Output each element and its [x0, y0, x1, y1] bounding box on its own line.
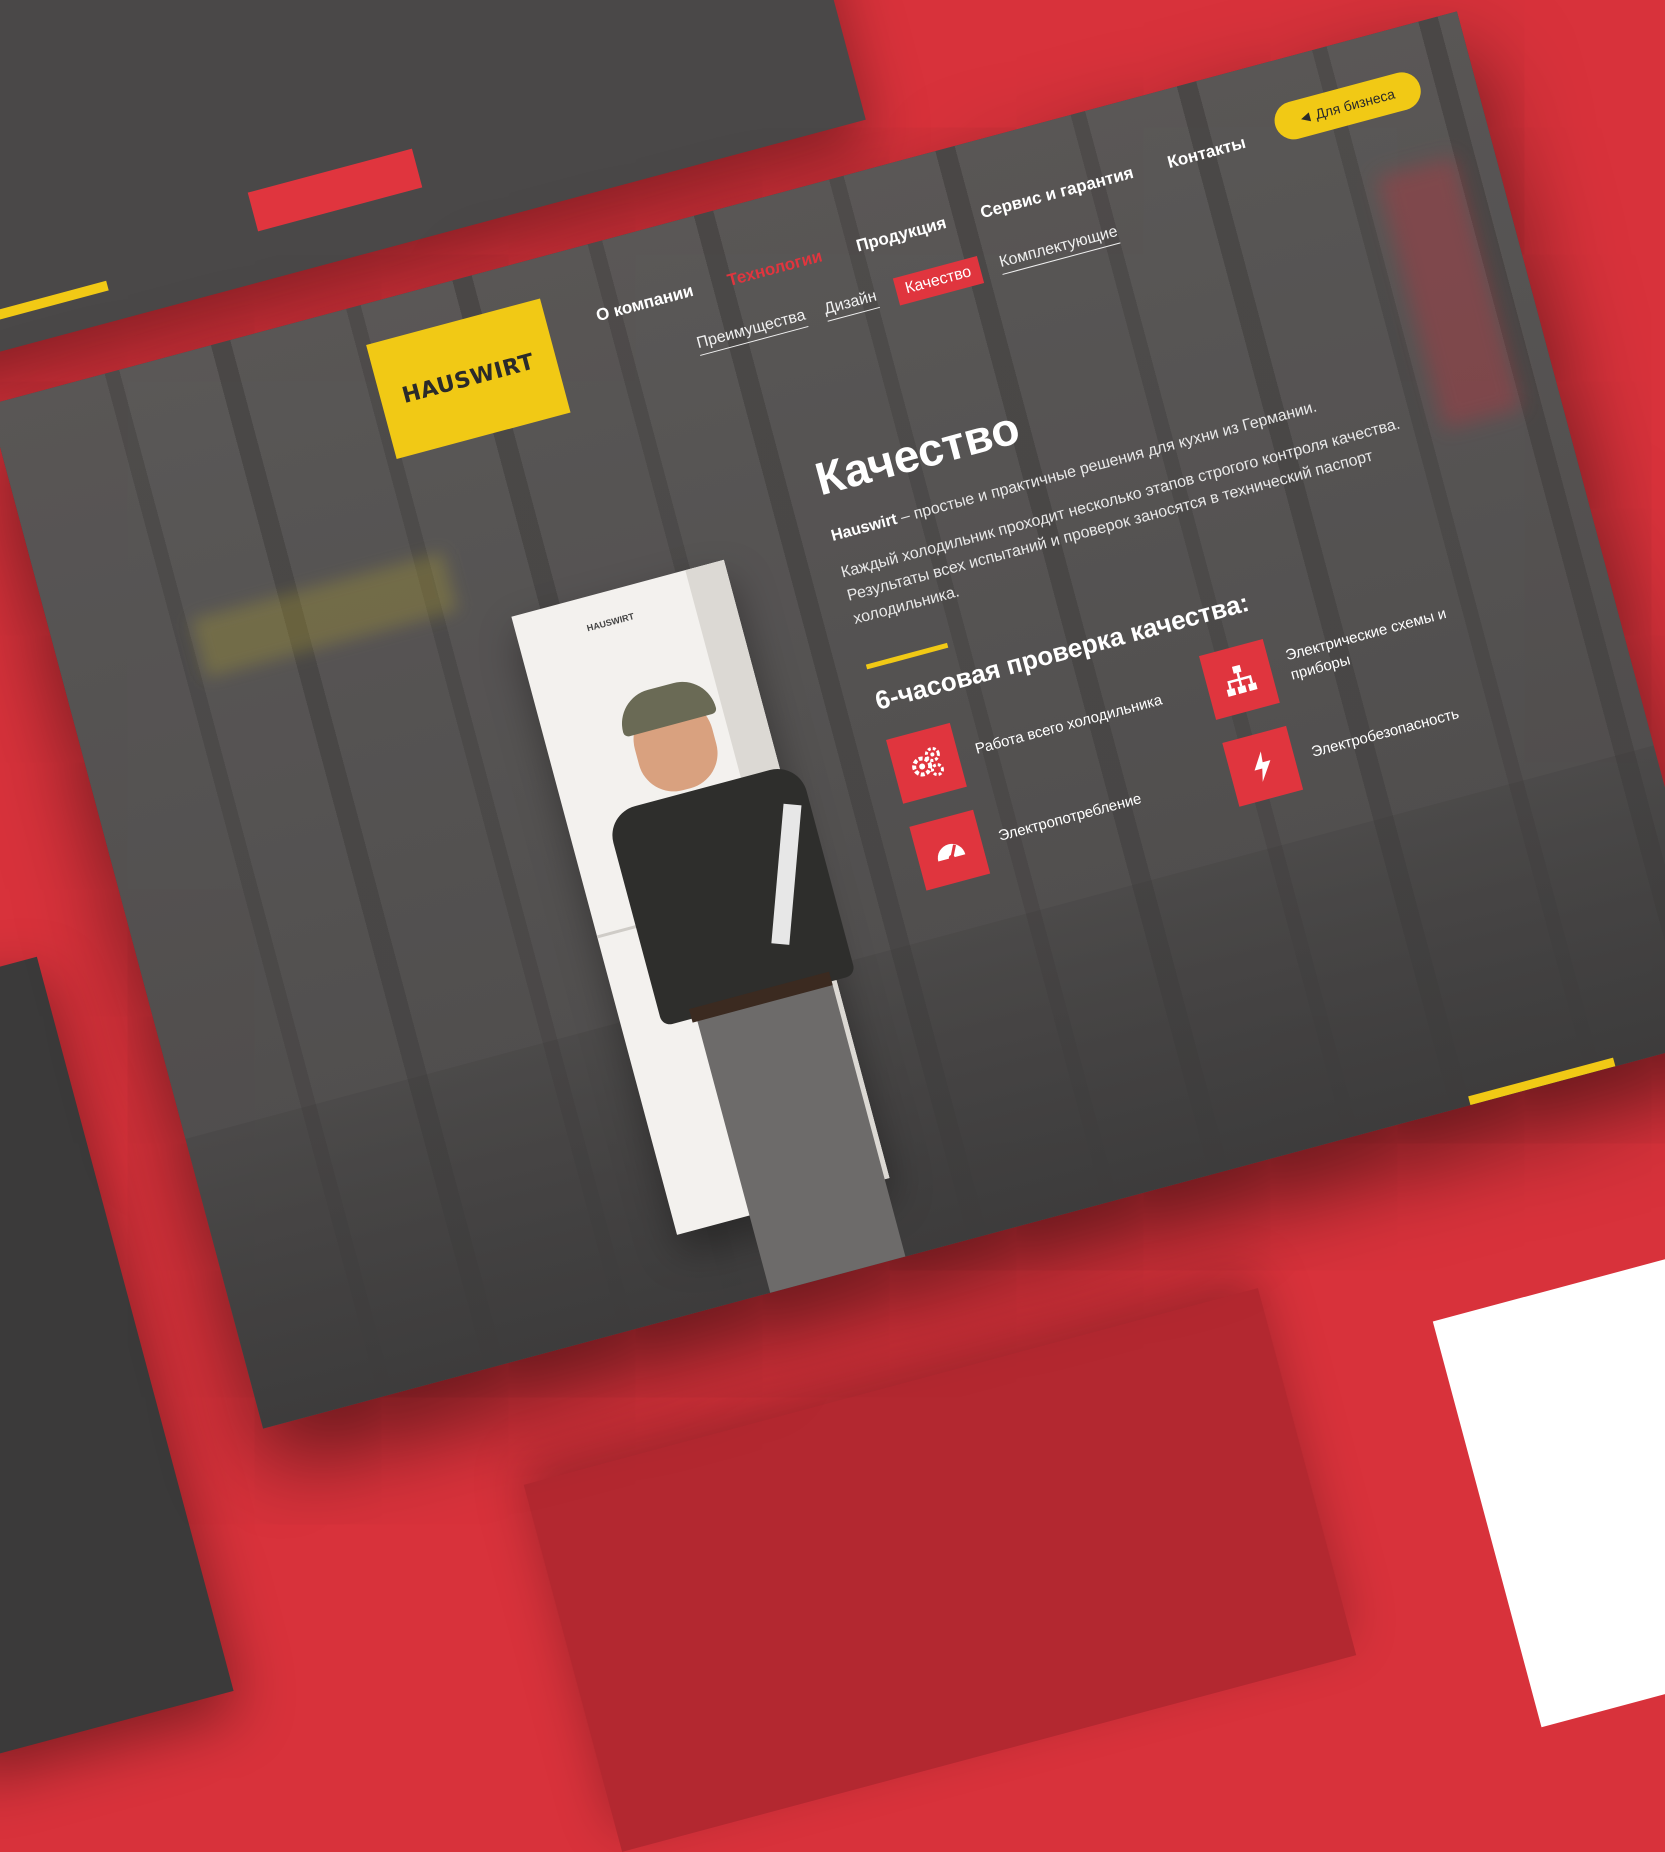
person-legs: [696, 981, 910, 1308]
intro-brand: Hauswirt: [829, 510, 900, 545]
feature-label: Электропотребление: [996, 790, 1144, 845]
feature-label: Электрические схемы и приборы: [1283, 604, 1449, 684]
fridge-brand-label: HAUSWIRT: [585, 611, 636, 634]
background-panel-bottom: [523, 1288, 1357, 1852]
feature-label: Работа всего холодильника: [973, 691, 1165, 758]
section-divider: [865, 642, 949, 670]
speaker-icon: ◀: [1299, 109, 1312, 126]
logo-text: HAUSWIRT: [399, 349, 538, 409]
circuit-scheme-icon: [1199, 638, 1280, 720]
background-panel-white: [1432, 1212, 1665, 1728]
